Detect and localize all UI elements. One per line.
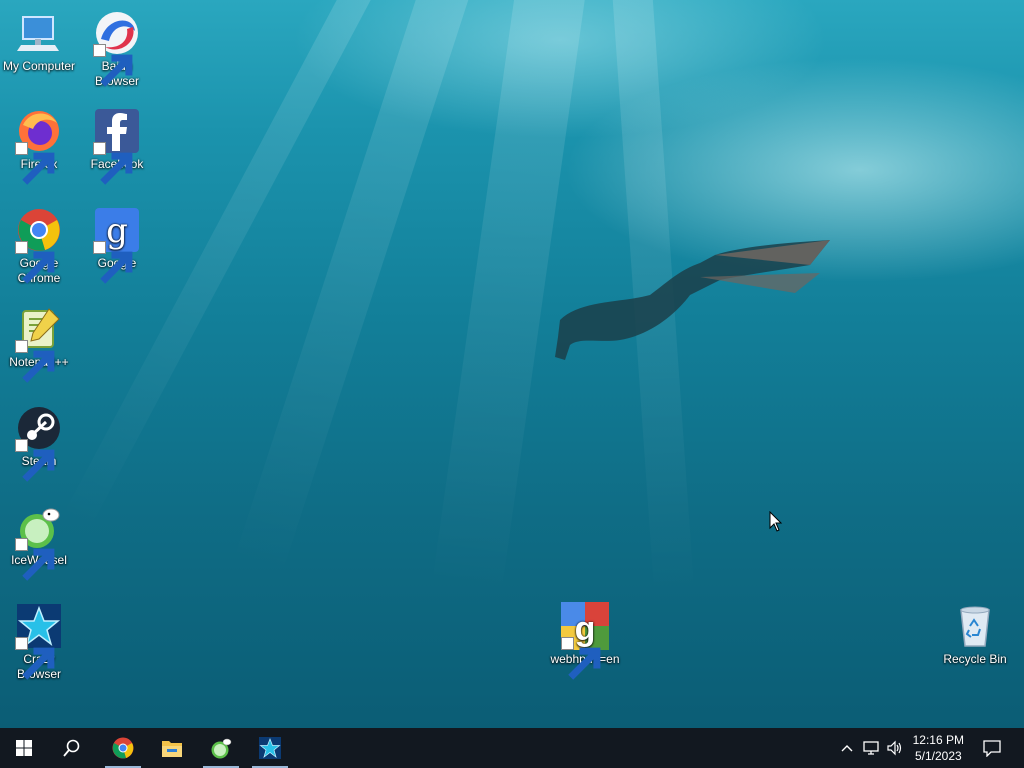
swimmer-figure	[555, 240, 830, 360]
desktop-icon-my-computer[interactable]: My Computer	[0, 9, 78, 74]
icon-label: My Computer	[2, 59, 76, 73]
desktop-icon-webhp[interactable]: g webhp-hl=en	[546, 602, 624, 680]
taskbar: 12:16 PM 5/1/2023	[0, 728, 1024, 768]
taskbar-chrome-button[interactable]	[103, 728, 143, 768]
desktop-icon-facebook[interactable]: Facebook	[78, 107, 156, 185]
desktop[interactable]: My Computer Firefox Google Chrome Notepa…	[0, 0, 1024, 728]
action-center-button[interactable]	[972, 728, 1012, 768]
crazy-browser-icon	[15, 602, 63, 680]
desktop-icon-google-chrome[interactable]: Google Chrome	[0, 206, 78, 286]
recycle-bin-icon	[951, 602, 999, 650]
desktop-icon-google[interactable]: g Google	[78, 206, 156, 284]
desktop-icon-notepad-plus-plus[interactable]: Notepad++	[0, 305, 78, 383]
crazy-browser-icon	[259, 737, 281, 759]
shortcut-arrow-icon	[93, 44, 133, 87]
shortcut-arrow-icon	[15, 340, 55, 383]
google-maps-icon: g	[561, 602, 609, 680]
iceweasel-icon	[15, 503, 63, 581]
notepad-plus-plus-icon	[15, 305, 63, 383]
computer-icon	[15, 9, 63, 57]
clock-time: 12:16 PM	[912, 733, 964, 747]
shortcut-arrow-icon	[15, 439, 55, 482]
baidu-browser-icon	[93, 9, 141, 87]
google-icon: g	[93, 206, 141, 284]
shortcut-arrow-icon	[15, 637, 55, 680]
action-center-icon	[983, 740, 1001, 757]
file-explorer-icon	[162, 741, 182, 757]
chevron-up-icon[interactable]	[839, 740, 855, 756]
desktop-icon-crazy-browser[interactable]: Crazy Browser	[0, 602, 78, 682]
taskbar-iceweasel-button[interactable]	[201, 728, 241, 768]
clock-date: 5/1/2023	[914, 749, 962, 763]
icon-label: Recycle Bin	[943, 652, 1007, 666]
taskbar-clock[interactable]: 12:16 PM 5/1/2023	[913, 732, 964, 764]
shortcut-arrow-icon	[561, 637, 601, 680]
shortcut-arrow-icon	[93, 241, 133, 284]
desktop-icon-baidu-browser[interactable]: Baidu Browser	[78, 9, 156, 89]
volume-icon[interactable]	[886, 740, 902, 756]
shortcut-arrow-icon	[15, 241, 55, 284]
desktop-icon-firefox[interactable]: Firefox	[0, 107, 78, 185]
shortcut-arrow-icon	[93, 142, 133, 185]
start-button[interactable]	[0, 728, 48, 768]
steam-icon	[15, 404, 63, 482]
desktop-icon-steam[interactable]: Steam	[0, 404, 78, 482]
network-icon[interactable]	[862, 740, 879, 756]
taskbar-file-explorer-button[interactable]	[152, 728, 192, 768]
taskbar-crazy-browser-button[interactable]	[250, 728, 290, 768]
shortcut-arrow-icon	[15, 538, 55, 581]
search-icon	[63, 739, 80, 757]
firefox-icon	[15, 107, 63, 185]
desktop-icon-iceweasel[interactable]: IceWeasel	[0, 503, 78, 581]
mouse-cursor-icon	[769, 511, 783, 532]
iceweasel-icon	[211, 738, 232, 759]
search-button[interactable]	[48, 728, 96, 768]
shortcut-arrow-icon	[15, 142, 55, 185]
facebook-icon	[93, 107, 141, 185]
windows-logo-icon	[16, 740, 32, 756]
chrome-icon	[112, 737, 134, 759]
desktop-icon-recycle-bin[interactable]: Recycle Bin	[936, 602, 1014, 667]
chrome-icon	[15, 206, 63, 284]
